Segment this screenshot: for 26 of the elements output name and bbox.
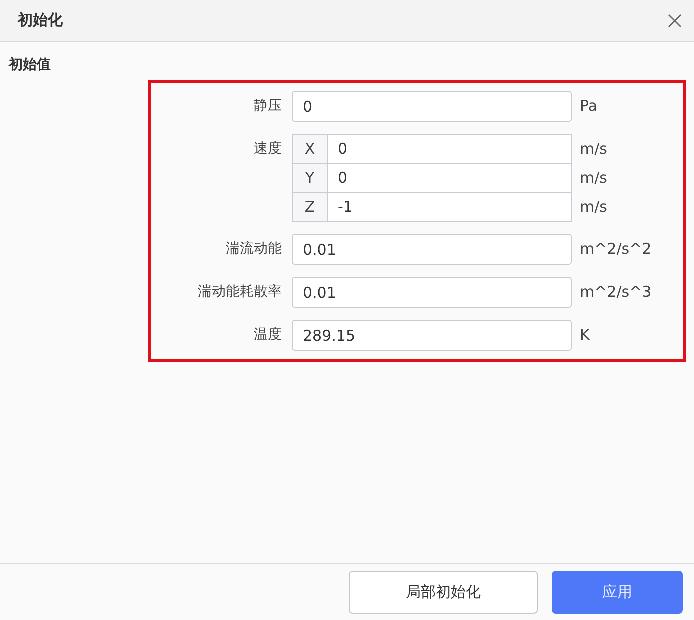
axis-label: Z — [292, 193, 327, 222]
input-field[interactable]: -1 — [327, 193, 572, 222]
input-field[interactable]: 0.01 — [292, 277, 572, 308]
window-title: 初始化 — [18, 11, 63, 30]
field-label: 湍动能耗散率 — [197, 283, 283, 302]
unit-label: m/s — [580, 138, 608, 160]
unit-label: Pa — [580, 96, 598, 117]
field-label: 温度 — [253, 326, 283, 345]
unit-label: m^2/s^2 — [580, 239, 652, 260]
axis-label: Y — [292, 164, 327, 193]
unit-label: K — [580, 325, 590, 346]
local-init-button[interactable]: 局部初始化 — [349, 570, 538, 614]
unit-label: m/s — [580, 168, 608, 189]
unit-label: m^2/s^3 — [580, 282, 652, 303]
input-field[interactable]: 0.01 — [292, 234, 572, 265]
field-label: 速度 — [253, 140, 283, 159]
field-label: 湍流动能 — [225, 240, 283, 259]
field-label: 静压 — [253, 97, 283, 116]
axis-label: X — [292, 134, 327, 164]
input-field[interactable]: 289.15 — [292, 320, 572, 351]
input-field[interactable]: 0 — [292, 91, 572, 122]
close-icon[interactable] — [668, 14, 682, 28]
input-field[interactable]: 0 — [327, 164, 572, 193]
input-field[interactable]: 0 — [327, 134, 572, 164]
unit-label: m/s — [580, 197, 608, 218]
section-title: 初始值 — [9, 56, 51, 74]
